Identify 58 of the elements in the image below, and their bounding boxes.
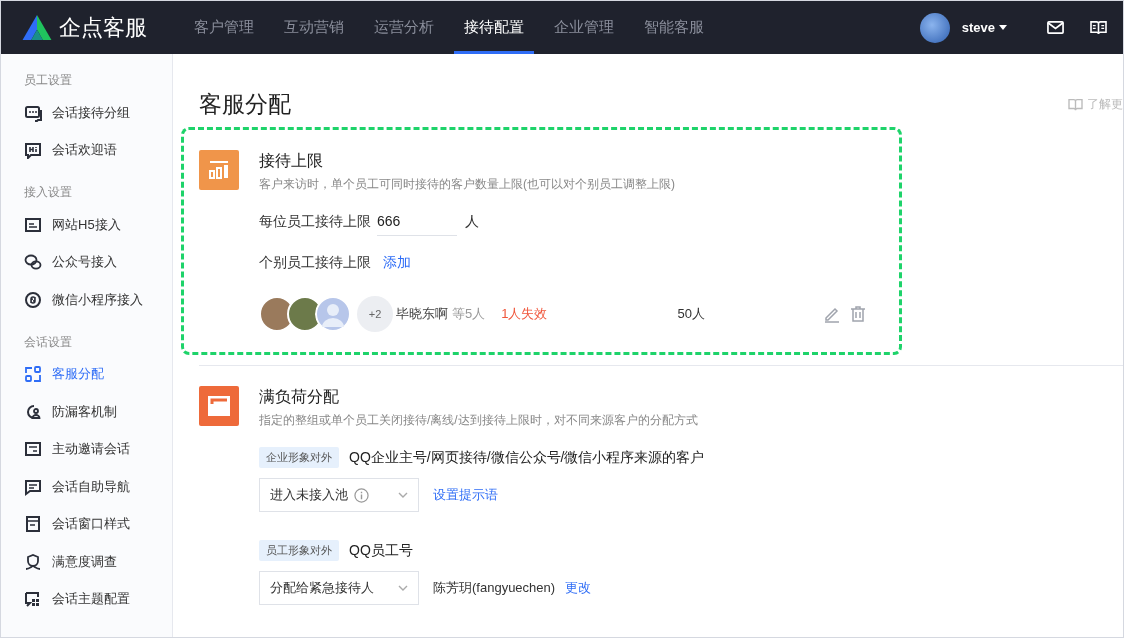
sidebar-item-label: 防漏客机制 (52, 402, 117, 421)
source-label: QQ企业主号/网页接待/微信公众号/微信小程序来源的客户 (349, 448, 705, 467)
sidebar-item[interactable]: 防漏客机制 (1, 393, 172, 431)
sidebar-item[interactable]: 主动邀请会话 (1, 430, 172, 468)
staff-name: 毕晓东啊 (396, 305, 448, 323)
sidebar-item-label: 满意度调查 (52, 552, 117, 571)
sidebar-item-label: 主动邀请会话 (52, 440, 130, 459)
sidebar-item-label: 会话窗口样式 (52, 515, 130, 534)
sidebar-item-label: 网站H5接入 (52, 215, 121, 234)
section-description: 客户来访时，单个员工可同时接待的客户数量上限(也可以对个别员工调整上限) (259, 176, 676, 193)
action-link[interactable]: 更改 (565, 579, 592, 597)
sidebar-item[interactable]: 公众号接入 (1, 243, 172, 281)
tag: 员工形象对外 (259, 540, 339, 561)
field-label: 个别员工接待上限 (259, 254, 371, 272)
sidebar-item[interactable]: 会话窗口样式 (1, 505, 172, 543)
nav-tab[interactable]: 客户管理 (184, 1, 264, 54)
brand-name: 企点客服 (59, 13, 147, 42)
tag: 企业形象对外 (259, 447, 339, 468)
add-link[interactable]: 添加 (383, 254, 411, 272)
page-title: 客服分配 (199, 89, 291, 119)
sidebar-item-label: 会话接待分组 (52, 103, 130, 122)
user-menu[interactable]: steve (961, 20, 1007, 35)
select-dropdown[interactable]: 分配给紧急接待人 (259, 571, 419, 605)
sidebar-item[interactable]: 会话欢迎语 (1, 131, 172, 169)
section-title: 满负荷分配 (259, 387, 340, 407)
more-count: +2 (357, 296, 393, 332)
sidebar-item-label: 公众号接入 (52, 253, 117, 272)
sidebar-item[interactable]: 会话接待分组 (1, 94, 172, 132)
select-dropdown[interactable]: 进入未接入池 (259, 478, 419, 512)
nav-tab[interactable]: 互动营销 (274, 1, 354, 54)
sidebar-item-label: 客服分配 (52, 365, 104, 384)
sidebar-item[interactable]: 满意度调查 (1, 543, 172, 581)
sidebar-item[interactable]: 会话主题配置 (1, 580, 172, 618)
nav-tab[interactable]: 接待配置 (454, 1, 534, 54)
sidebar-item[interactable]: 会话自助导航 (1, 468, 172, 506)
sidebar-item-label: 微信小程序接入 (52, 290, 143, 309)
sidebar-group-title: 员工设置 (23, 72, 73, 89)
sidebar-item[interactable]: 微信小程序接入 (1, 281, 172, 319)
section-title: 接待上限 (259, 151, 324, 171)
sidebar-item[interactable]: 客服分配 (1, 355, 172, 393)
assignee-name: 陈芳玥(fangyuechen) (433, 579, 556, 597)
nav-tab[interactable]: 运营分析 (364, 1, 444, 54)
sidebar-group-title: 接入设置 (23, 184, 73, 201)
section-description: 指定的整组或单个员工关闭接待/离线/达到接待上限时，对不同来源客户的分配方式 (259, 412, 699, 429)
field-label: 每位员工接待上限 (259, 212, 371, 231)
sidebar-item[interactable]: 网站H5接入 (1, 206, 172, 244)
nav-tab[interactable]: 企业管理 (544, 1, 624, 54)
sidebar-item-label: 会话自助导航 (52, 477, 130, 496)
nav-tab[interactable]: 智能客服 (634, 1, 714, 54)
unit-label: 人 (465, 212, 479, 231)
action-link[interactable]: 设置提示语 (433, 486, 498, 504)
sidebar-item-label: 会话欢迎语 (52, 141, 117, 160)
source-label: QQ员工号 (349, 541, 413, 560)
sidebar-item-label: 会话主题配置 (52, 590, 130, 609)
invalid-count: 1人失效 (501, 305, 548, 323)
staff-count: 等5人 (452, 305, 486, 323)
sidebar-group-title: 会话设置 (23, 333, 73, 351)
limit-value: 50人 (677, 305, 705, 323)
